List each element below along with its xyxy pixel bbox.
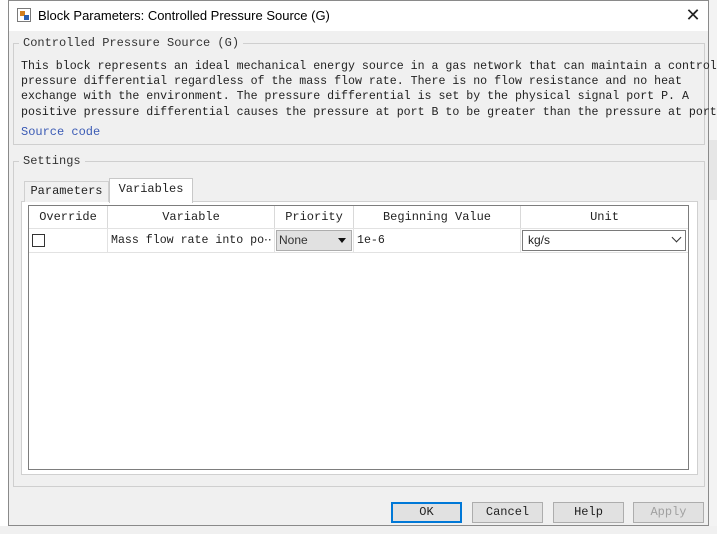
block-parameters-dialog: Block Parameters: Controlled Pressure So… [8, 0, 717, 526]
chevron-down-icon [671, 232, 682, 243]
block-description-group-title: Controlled Pressure Source (G) [19, 36, 244, 50]
priority-value: None [279, 233, 308, 247]
priority-cell: None [275, 229, 354, 252]
cancel-button[interactable]: Cancel [472, 502, 543, 523]
column-header-override: Override [29, 206, 108, 228]
table-row: Mass flow rate into po⋯ None 1e-6 kg/s [29, 228, 688, 253]
description-line: This block represents an ideal mechanica… [21, 60, 717, 73]
column-header-beginning-value: Beginning Value [354, 206, 521, 228]
priority-dropdown[interactable]: None [276, 230, 352, 251]
close-icon[interactable]: ✕ [681, 4, 705, 28]
window-title: Block Parameters: Controlled Pressure So… [38, 8, 330, 23]
unit-dropdown[interactable]: kg/s [522, 230, 686, 251]
settings-group-title: Settings [19, 154, 85, 168]
beginning-value: 1e-6 [357, 234, 385, 247]
unit-cell: kg/s [521, 229, 688, 252]
override-checkbox[interactable] [32, 234, 45, 247]
override-cell [29, 229, 108, 252]
description-line: exchange with the environment. The press… [21, 90, 689, 104]
column-header-priority: Priority [275, 206, 354, 228]
variable-name: Mass flow rate into po⋯ [111, 234, 271, 247]
title-bar[interactable]: Block Parameters: Controlled Pressure So… [9, 1, 708, 31]
description-line: positive pressure differential causes th… [21, 105, 717, 119]
tab-variables[interactable]: Variables [109, 178, 193, 203]
column-header-unit: Unit [590, 210, 619, 224]
help-button[interactable]: Help [553, 502, 624, 523]
background-window-bottom [0, 526, 717, 534]
apply-button[interactable]: Apply [633, 502, 704, 523]
block-description: This block represents an ideal mechanica… [21, 59, 717, 120]
block-parameters-icon [17, 8, 31, 22]
variables-table: Override Variable Priority Beginning Val… [28, 205, 689, 470]
background-strip [709, 140, 717, 200]
ok-button[interactable]: OK [391, 502, 462, 523]
unit-value: kg/s [528, 233, 551, 247]
caret-down-icon [338, 238, 346, 243]
variable-cell: Mass flow rate into po⋯ [108, 229, 275, 252]
beginning-value-cell[interactable]: 1e-6 [354, 229, 521, 252]
description-line: pressure differential regardless of the … [21, 75, 682, 89]
tab-parameters[interactable]: Parameters [24, 181, 109, 202]
column-header-variable: Variable [108, 206, 275, 228]
source-code-link[interactable]: Source code [21, 125, 100, 139]
background-window-edge [709, 0, 717, 534]
